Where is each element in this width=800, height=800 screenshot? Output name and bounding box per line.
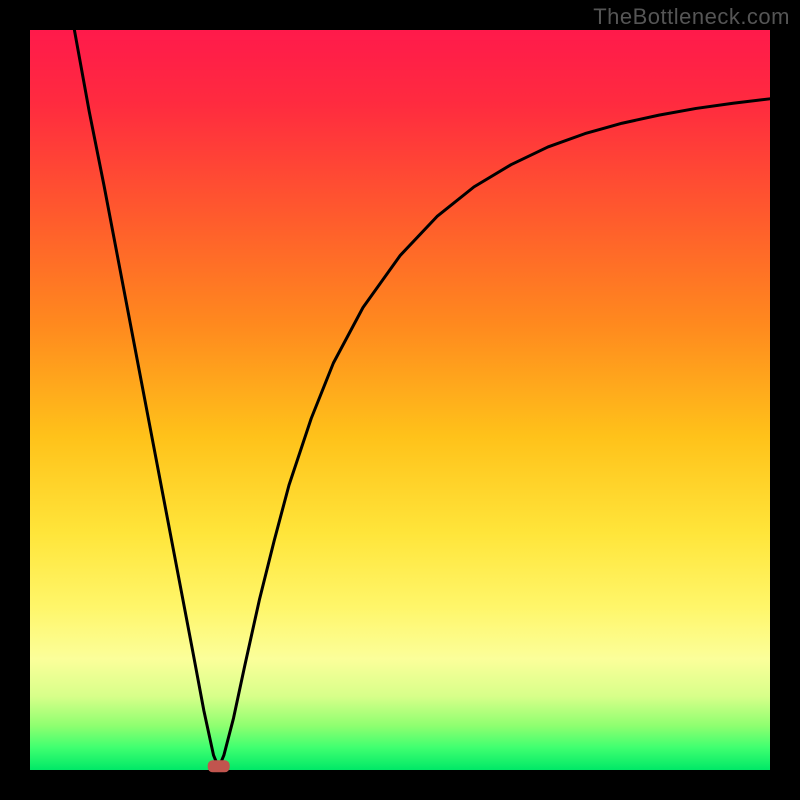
watermark-text: TheBottleneck.com <box>593 4 790 30</box>
chart-frame: TheBottleneck.com <box>0 0 800 800</box>
minimum-marker <box>208 760 230 772</box>
bottleneck-chart <box>0 0 800 800</box>
gradient-background <box>30 30 770 770</box>
